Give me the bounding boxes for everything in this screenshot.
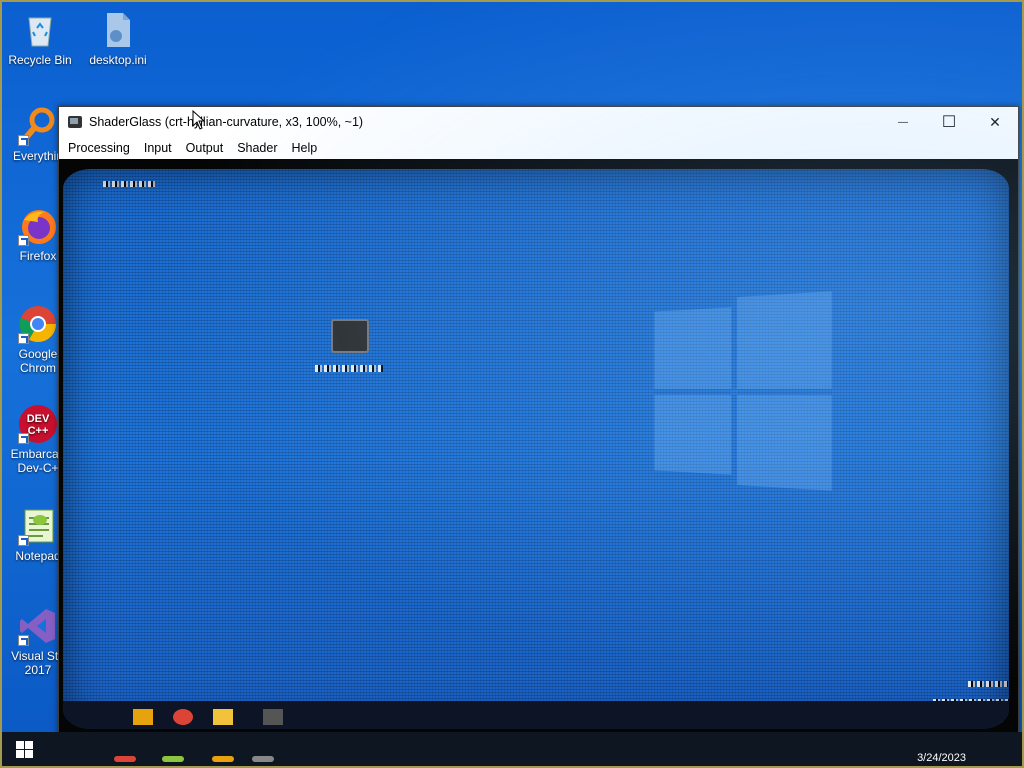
notepad-icon [18,506,58,546]
desktop-icon-desktop-ini[interactable]: desktop.ini [80,10,156,67]
mouse-cursor-icon [192,110,206,130]
minimize-icon: — [898,116,908,128]
desktop-icon-recycle-bin[interactable]: Recycle Bin [2,10,78,67]
folder-icon [133,709,153,725]
menu-input[interactable]: Input [137,141,179,155]
svg-text:DEV: DEV [27,413,50,425]
taskbar-app-explorer[interactable] [212,756,234,762]
desktop: Recycle Bin desktop.ini Everythin Firefo… [2,2,1022,766]
shortcut-arrow-icon [18,135,29,146]
taskbar-app-notepad[interactable] [162,756,184,762]
window-title: ShaderGlass (crt-hyllian-curvature, x3, … [89,115,364,129]
menu-processing[interactable]: Processing [61,141,137,155]
taskbar-app-chrome[interactable] [114,756,136,762]
shader-output-viewport[interactable] [59,159,1018,735]
start-button[interactable] [16,741,33,758]
shortcut-arrow-icon [18,535,29,546]
firefox-icon [18,206,58,246]
menu-output[interactable]: Output [179,141,231,155]
pixelated-shaderglass-icon [331,319,369,353]
menu-shader[interactable]: Shader [230,141,284,155]
pixelated-label [315,365,383,372]
desktop-icon-label: desktop.ini [89,53,147,67]
file-icon [98,10,138,50]
taskbar: 3/24/2023 [2,732,1022,766]
crt-taskbar [63,701,1009,729]
shortcut-arrow-icon [18,333,29,344]
maximize-button[interactable]: ☐ [926,107,972,137]
maximize-icon: ☐ [941,114,957,131]
crt-rendered-desktop [63,169,1009,729]
pixelated-label [103,181,155,187]
windows-logo-wallpaper [654,291,832,491]
chrome-icon [18,304,58,344]
minimize-button[interactable]: — [880,107,926,137]
pixelated-tray-text [968,681,1008,687]
shaderglass-window: ShaderGlass (crt-hyllian-curvature, x3, … [58,106,1019,736]
shortcut-arrow-icon [18,635,29,646]
visual-studio-icon [18,606,58,646]
taskbar-date[interactable]: 3/24/2023 [917,752,966,764]
magnifier-icon [18,106,58,146]
shortcut-arrow-icon [18,433,29,444]
shortcut-arrow-icon [18,235,29,246]
desktop-icon-label: Recycle Bin [8,53,72,67]
shaderglass-app-icon [68,116,82,128]
shaderglass-taskbar-icon [263,709,283,725]
taskbar-app-shaderglass[interactable] [252,756,274,762]
close-button[interactable]: ✕ [972,107,1018,137]
recycle-bin-icon [20,10,60,50]
menu-help[interactable]: Help [285,141,325,155]
menu-bar: Processing Input Output Shader Help [59,137,1018,159]
file-explorer-icon [213,709,233,725]
chrome-icon [173,709,193,725]
svg-text:C++: C++ [28,425,49,437]
close-icon: ✕ [989,113,1001,130]
devcpp-icon: DEV C++ [18,404,58,444]
